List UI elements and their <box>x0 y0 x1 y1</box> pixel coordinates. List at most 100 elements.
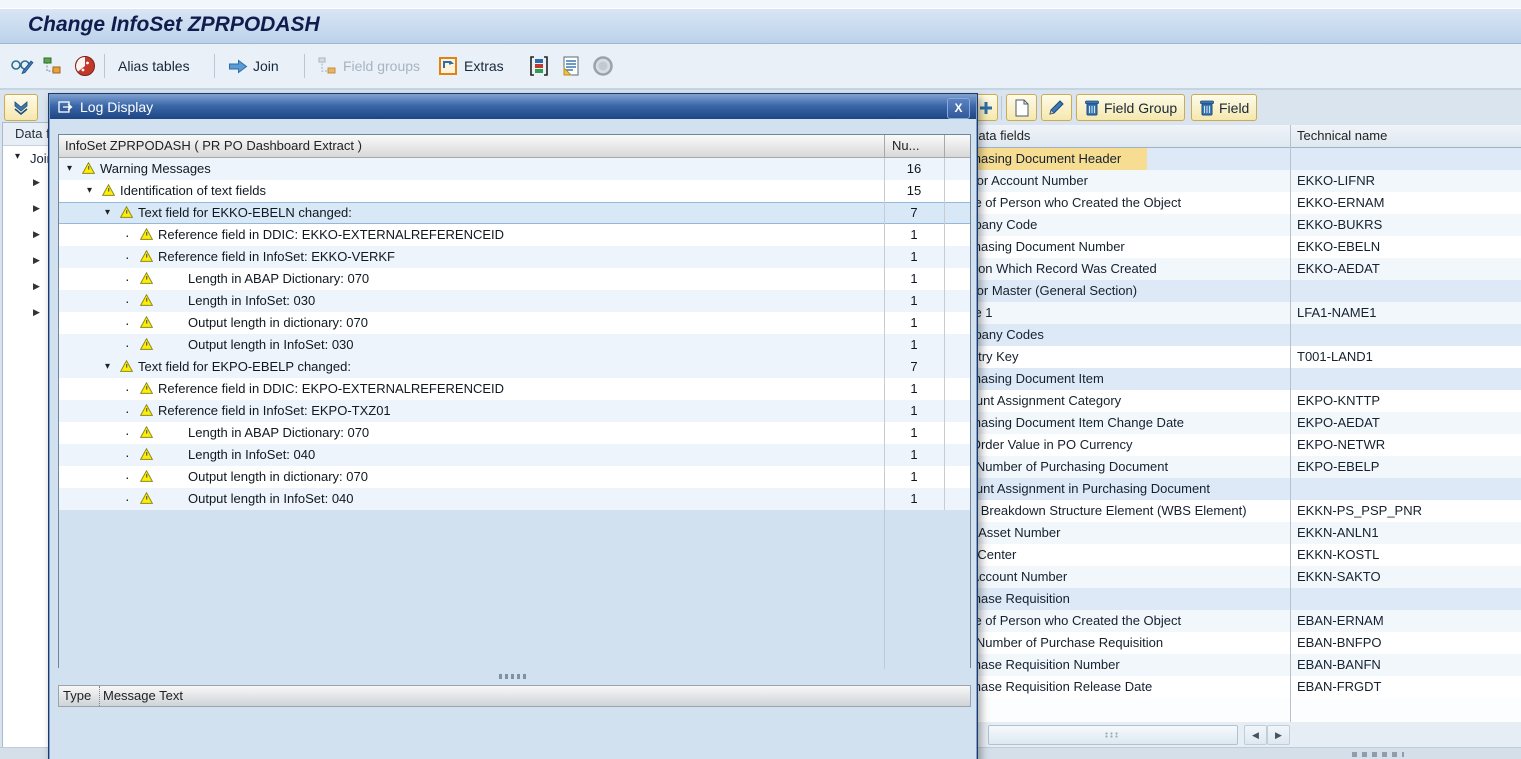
splitter-handle[interactable] <box>499 674 529 679</box>
log-message-text: Text field for EKKO-EBELN changed: <box>138 202 352 224</box>
field-label: Work Breakdown Structure Element (WBS El… <box>947 500 1247 522</box>
delete-field-group-button[interactable]: Field Group <box>1076 94 1185 121</box>
column-divider <box>1290 125 1291 722</box>
log-message-text: Output length in InfoSet: 040 <box>188 488 354 510</box>
resize-grip-dots[interactable] <box>1352 752 1404 757</box>
join-button[interactable]: Join <box>228 53 279 79</box>
technical-name: EKPO-NETWR <box>1297 434 1385 456</box>
sap-gui-window: Change InfoSet ZPRPODASH Alias tables Jo… <box>0 0 1521 759</box>
warning-icon <box>140 294 153 306</box>
toolbar-separator <box>304 54 305 78</box>
extras-label: Extras <box>464 58 504 74</box>
col-header-technical-name: Technical name <box>1297 128 1387 143</box>
collapse-arrow-icon[interactable]: ▶ <box>33 203 40 214</box>
new-page-button[interactable] <box>1006 94 1037 121</box>
scrollbar-thumb[interactable] <box>988 725 1238 745</box>
double-chevron-down-icon <box>13 100 29 116</box>
dialog-title-bar[interactable]: Log Display X <box>50 95 976 119</box>
column-divider <box>884 158 885 510</box>
log-tree-row[interactable]: ▾Warning Messages16 <box>59 158 970 180</box>
join-arrow-icon <box>228 59 248 74</box>
log-tree-row[interactable]: ·Reference field in InfoSet: EKPO-TXZ011 <box>59 400 970 422</box>
message-count: 1 <box>884 400 944 422</box>
log-message-text: Length in ABAP Dictionary: 070 <box>188 422 369 444</box>
collapse-arrow-icon[interactable]: ▶ <box>33 307 40 318</box>
document-icon[interactable] <box>560 53 582 79</box>
edit-button[interactable] <box>1041 94 1072 121</box>
message-count: 1 <box>884 290 944 312</box>
collapse-arrow-icon[interactable]: ▶ <box>33 177 40 188</box>
alias-tables-button[interactable]: Alias tables <box>118 53 190 79</box>
message-count: 7 <box>884 202 944 224</box>
delete-field-group-label: Field Group <box>1104 100 1177 116</box>
log-tree-row[interactable]: ▾ Text field for EKKO-EBELN changed: 7 <box>59 202 970 224</box>
trash-icon <box>1084 99 1100 116</box>
color-legend-icon[interactable] <box>528 53 550 79</box>
expand-arrow-icon[interactable]: ▾ <box>15 151 20 162</box>
log-tree-row[interactable]: ▾Identification of text fields15 <box>59 180 970 202</box>
hierarchy-icon[interactable] <box>42 53 64 79</box>
status-lamp-icon <box>592 53 614 79</box>
display-change-icon[interactable] <box>10 53 34 79</box>
technical-name: EBAN-BNFPO <box>1297 632 1382 654</box>
delete-field-label: Field <box>1219 100 1249 116</box>
technical-name: EBAN-BANFN <box>1297 654 1381 676</box>
log-tree-row[interactable]: ·Output length in dictionary: 0701 <box>59 466 970 488</box>
bullet-icon: · <box>125 488 130 510</box>
expand-arrow-icon[interactable]: ▾ <box>105 202 110 224</box>
technical-name: EKKN-PS_PSP_PNR <box>1297 500 1422 522</box>
technical-name: EKKN-KOSTL <box>1297 544 1379 566</box>
log-tree-row[interactable]: ·Length in ABAP Dictionary: 0701 <box>59 268 970 290</box>
message-count: 1 <box>884 334 944 356</box>
log-tree-row[interactable]: ·Reference field in DDIC: EKPO-EXTERNALR… <box>59 378 970 400</box>
join-label: Join <box>253 58 279 74</box>
stop-icon[interactable] <box>74 53 96 79</box>
scroll-left-button[interactable]: ◀ <box>1244 725 1267 745</box>
scrollbar-grip-dots <box>1104 732 1120 738</box>
bullet-icon: · <box>125 312 130 334</box>
trash-icon <box>1199 99 1215 116</box>
warning-icon <box>140 426 153 438</box>
expand-arrow-icon[interactable]: ▾ <box>105 356 110 378</box>
log-tree-row[interactable]: ·Output length in InfoSet: 0401 <box>59 488 970 510</box>
expand-arrow-icon[interactable]: ▾ <box>87 180 92 202</box>
log-tree-row[interactable]: ▾Text field for EKPO-EBELP changed:7 <box>59 356 970 378</box>
warning-icon <box>120 360 133 372</box>
message-count: 1 <box>884 312 944 334</box>
field-label: Account Assignment in Purchasing Documen… <box>947 478 1210 500</box>
warning-icon <box>140 470 153 482</box>
technical-name: EKPO-AEDAT <box>1297 412 1380 434</box>
log-tree-row[interactable]: ·Output length in dictionary: 0701 <box>59 312 970 334</box>
toolbar-separator <box>104 54 105 78</box>
expand-arrow-icon[interactable]: ▾ <box>67 158 72 180</box>
page-title: Change InfoSet ZPRPODASH <box>28 13 320 37</box>
expand-all-button[interactable] <box>4 94 38 121</box>
close-icon[interactable]: X <box>947 98 970 119</box>
message-count: 15 <box>884 180 944 202</box>
bullet-icon: · <box>125 224 130 246</box>
extras-button[interactable]: Extras <box>438 53 504 79</box>
collapse-arrow-icon[interactable]: ▶ <box>33 281 40 292</box>
technical-name: EKKO-LIFNR <box>1297 170 1375 192</box>
collapse-arrow-icon[interactable]: ▶ <box>33 255 40 266</box>
log-tree-row[interactable]: ·Reference field in InfoSet: EKKO-VERKF1 <box>59 246 970 268</box>
log-tree-row[interactable]: · Reference field in DDIC: EKKO-EXTERNALR… <box>59 224 970 246</box>
log-tree-row[interactable]: ·Length in ABAP Dictionary: 0701 <box>59 422 970 444</box>
scroll-right-button[interactable]: ▶ <box>1267 725 1290 745</box>
log-tree-row[interactable]: ·Length in InfoSet: 0301 <box>59 290 970 312</box>
field-label: Name of Person who Created the Object <box>947 192 1181 214</box>
delete-field-button[interactable]: Field <box>1191 94 1257 121</box>
log-message-text: Reference field in DDIC: EKPO-EXTERNALRE… <box>158 378 504 400</box>
warning-icon <box>140 448 153 460</box>
alias-tables-label: Alias tables <box>118 58 190 74</box>
collapse-arrow-icon[interactable]: ▶ <box>33 229 40 240</box>
log-tree-header: InfoSet ZPRPODASH ( PR PO Dashboard Extr… <box>59 135 970 158</box>
log-tree-row[interactable]: ·Length in InfoSet: 0401 <box>59 444 970 466</box>
toolbar-separator <box>1001 96 1002 120</box>
bullet-icon: · <box>125 334 130 356</box>
technical-name: EKKO-EBELN <box>1297 236 1380 258</box>
warning-icon <box>140 492 153 504</box>
log-tree-row[interactable]: ·Output length in InfoSet: 0301 <box>59 334 970 356</box>
blank-page-icon <box>1014 99 1030 117</box>
log-message-text: Reference field in DDIC: EKKO-EXTERNALRE… <box>158 224 504 246</box>
